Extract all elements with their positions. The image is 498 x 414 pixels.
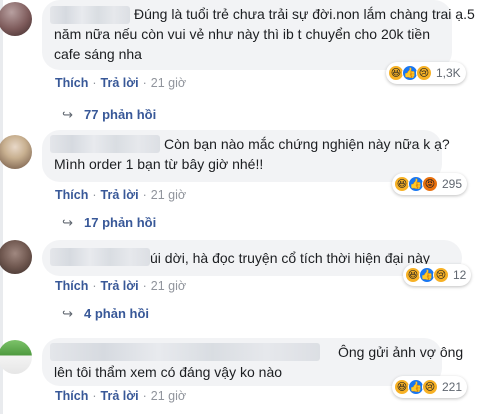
- comment-text-line: Còn bạn nào mắc chứng nghiện này nữa k ạ…: [164, 136, 450, 152]
- replies-label: 17 phản hồi: [84, 215, 157, 230]
- comment-actions: Thích · Trả lời · 21 giờ: [55, 76, 187, 90]
- view-replies-link[interactable]: ↪ 4 phản hồi: [62, 306, 149, 322]
- sad-icon: 😢: [422, 379, 438, 395]
- like-button[interactable]: Thích: [55, 188, 88, 202]
- reply-arrow-icon: ↪: [62, 107, 73, 122]
- reaction-summary[interactable]: 😆 👍 😢 12: [403, 264, 472, 286]
- comment-text-line: cafe sáng nha: [54, 46, 142, 62]
- sad-icon: 😢: [433, 267, 449, 283]
- reaction-summary[interactable]: 😆 👍 😢 1,3K: [386, 62, 466, 84]
- reply-button[interactable]: Trả lời: [101, 188, 139, 202]
- avatar[interactable]: [0, 240, 32, 274]
- like-button[interactable]: Thích: [55, 389, 88, 403]
- timestamp[interactable]: 21 giờ: [151, 389, 186, 403]
- comment-text-line: úi dời, hà đọc truyện cổ tích thời hiện …: [150, 250, 430, 266]
- reaction-count: 295: [442, 177, 463, 191]
- replies-label: 4 phản hồi: [84, 306, 149, 321]
- comment-actions: Thích · Trả lời · 21 giờ: [55, 389, 187, 403]
- comment-bubble: úi dời, hà đọc truyện cổ tích thời hiện …: [42, 240, 462, 276]
- author-name-redacted[interactable]: [50, 6, 130, 24]
- replies-label: 77 phản hồi: [84, 107, 157, 122]
- reaction-count: 12: [453, 268, 467, 282]
- comment-bubble: Ông gửi ảnh vợ ông lên tôi thẩm xem có đ…: [42, 338, 463, 386]
- comment-actions: Thích · Trả lời · 21 giờ: [55, 279, 187, 293]
- view-replies-link[interactable]: ↪ 17 phản hồi: [62, 215, 156, 231]
- avatar[interactable]: [0, 135, 32, 169]
- sad-icon: 😢: [416, 65, 432, 81]
- reply-button[interactable]: Trả lời: [101, 279, 139, 293]
- reaction-summary[interactable]: 😆 👍 😡 295: [392, 173, 468, 195]
- comment-text-line: năm nữa nếu còn vui vẻ như này thì ib t …: [54, 26, 430, 42]
- author-name-redacted[interactable]: [50, 135, 160, 153]
- reply-arrow-icon: ↪: [62, 215, 73, 230]
- reply-button[interactable]: Trả lời: [101, 389, 139, 403]
- comment-text-line: lên tôi thẩm xem có đáng vậy ko nào: [54, 364, 283, 380]
- reaction-count: 1,3K: [436, 66, 461, 80]
- view-replies-link[interactable]: ↪ 77 phản hồi: [62, 107, 156, 123]
- reply-arrow-icon: ↪: [62, 306, 73, 321]
- comment-bubble: Đúng là tuổi trẻ chưa trải sự đời.non lắ…: [42, 0, 475, 70]
- timestamp[interactable]: 21 giờ: [151, 188, 186, 202]
- comment-text-line: Ông gửi ảnh vợ ông: [338, 344, 464, 360]
- reaction-summary[interactable]: 😆 👍 😢 221: [392, 376, 468, 398]
- avatar[interactable]: [0, 2, 32, 36]
- comment-text-line: Đúng là tuổi trẻ chưa trải sự đời.non lắ…: [134, 6, 475, 22]
- reaction-count: 221: [442, 380, 463, 394]
- like-button[interactable]: Thích: [55, 279, 88, 293]
- timestamp[interactable]: 21 giờ: [151, 76, 186, 90]
- like-button[interactable]: Thích: [55, 76, 88, 90]
- comment-bubble: Còn bạn nào mắc chứng nghiện này nữa k ạ…: [42, 130, 450, 182]
- author-name-redacted[interactable]: [50, 248, 150, 266]
- comment-actions: Thích · Trả lời · 21 giờ: [55, 188, 187, 202]
- timestamp[interactable]: 21 giờ: [151, 279, 186, 293]
- reply-button[interactable]: Trả lời: [101, 76, 139, 90]
- angry-icon: 😡: [422, 176, 438, 192]
- avatar[interactable]: [0, 340, 32, 374]
- author-name-redacted[interactable]: [50, 343, 320, 361]
- comment-text-line: Mình order 1 bạn từ bây giờ nhé!!: [54, 156, 264, 172]
